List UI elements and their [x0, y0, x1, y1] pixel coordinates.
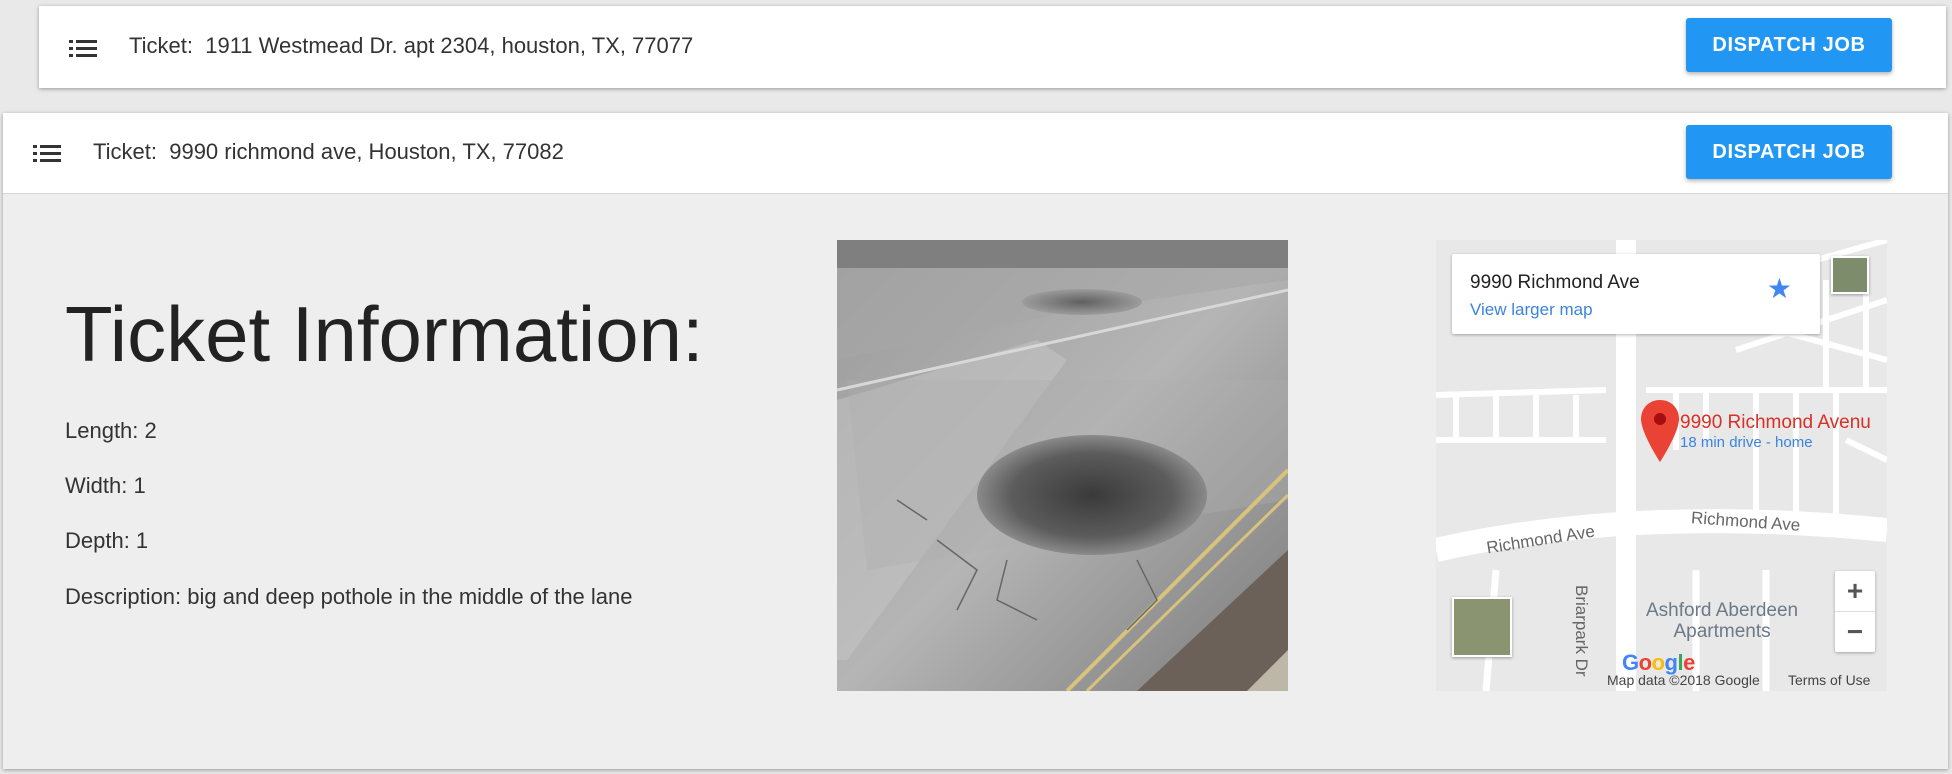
ticket-label: Ticket:: [129, 33, 193, 58]
zoom-control: + −: [1835, 571, 1875, 652]
terms-of-use-link[interactable]: Terms of Use: [1788, 672, 1870, 688]
dispatch-job-button[interactable]: DISPATCH JOB: [1686, 125, 1892, 179]
ticket-address: 9990 richmond ave, Houston, TX, 77082: [169, 139, 564, 164]
ticket-title-2: Ticket: 9990 richmond ave, Houston, TX, …: [93, 139, 564, 165]
ticket-card-1: Ticket: 1911 Westmead Dr. apt 2304, hous…: [39, 6, 1946, 88]
street-view-thumbnail[interactable]: [1831, 256, 1869, 294]
ticket-label: Ticket:: [93, 139, 157, 164]
poi-line: Apartments: [1673, 621, 1771, 642]
map-pin-sublabel: 18 min drive - home: [1680, 434, 1813, 451]
description-value: Description: big and deep pothole in the…: [65, 584, 633, 609]
ticket-address: 1911 Westmead Dr. apt 2304, houston, TX,…: [205, 33, 694, 58]
map-place-name: 9990 Richmond Ave: [1470, 272, 1640, 293]
view-larger-map-link[interactable]: View larger map: [1470, 300, 1593, 320]
map-pin-label: 9990 Richmond Avenu: [1680, 412, 1871, 433]
ticket-info-title: Ticket Information:: [65, 290, 704, 378]
dispatch-job-button[interactable]: DISPATCH JOB: [1686, 18, 1892, 72]
list-icon[interactable]: [69, 38, 99, 60]
road-label-briarpark: Briarpark Dr: [1572, 585, 1591, 677]
zoom-out-button[interactable]: −: [1835, 612, 1875, 652]
depth-value: Depth: 1: [65, 528, 149, 553]
pothole-photo: [837, 240, 1288, 691]
list-icon[interactable]: [33, 143, 63, 165]
zoom-in-button[interactable]: +: [1835, 571, 1875, 612]
poi-label: Ashford Aberdeen Apartments: [1646, 600, 1798, 642]
ticket-title-1: Ticket: 1911 Westmead Dr. apt 2304, hous…: [129, 33, 693, 59]
satellite-toggle[interactable]: [1452, 597, 1512, 657]
map-pin-icon[interactable]: [1641, 400, 1679, 462]
star-icon[interactable]: ★: [1767, 272, 1792, 305]
ticket-header-1: Ticket: 1911 Westmead Dr. apt 2304, hous…: [39, 6, 1946, 88]
width-value: Width: 1: [65, 473, 146, 498]
ticket-header-2: Ticket: 9990 richmond ave, Houston, TX, …: [3, 113, 1948, 194]
poi-line: Ashford Aberdeen: [1646, 600, 1799, 621]
length-value: Length: 2: [65, 418, 157, 443]
ticket-card-2: Ticket: 9990 richmond ave, Houston, TX, …: [3, 113, 1948, 769]
map-data-attribution: Map data ©2018 Google: [1607, 672, 1760, 688]
map-embed[interactable]: 9990 Richmond Ave View larger map ★ 9990…: [1436, 240, 1887, 691]
map-place-card: 9990 Richmond Ave View larger map ★: [1452, 254, 1820, 334]
